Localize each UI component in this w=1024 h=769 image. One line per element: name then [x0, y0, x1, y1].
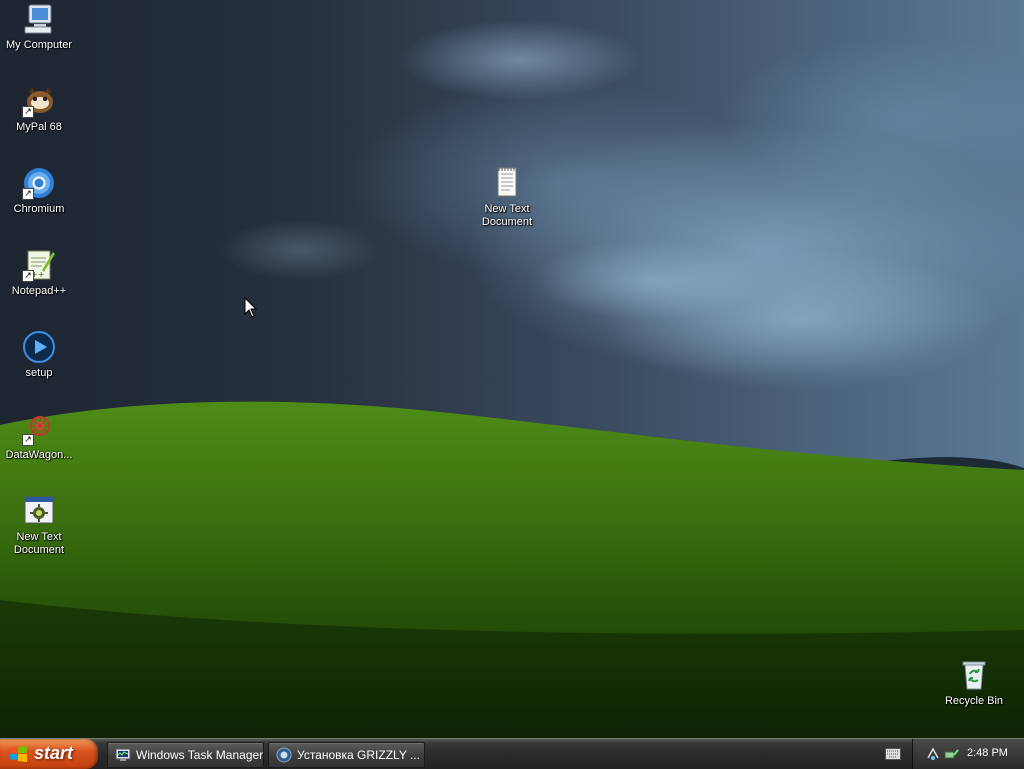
- shortcut-arrow-icon: ↗: [22, 270, 34, 282]
- recycle-bin-icon: [957, 658, 991, 692]
- desktop-icon-label: Notepad++: [11, 285, 67, 297]
- shortcut-arrow-icon: ↗: [22, 188, 34, 200]
- desktop-icon-label: New Text Document: [13, 531, 65, 556]
- taskbar-button-label: Windows Task Manager: [136, 748, 264, 762]
- desktop-icon-label: MyPal 68: [16, 121, 62, 133]
- taskbar-button-label: Установка GRIZZLY ...: [297, 748, 420, 762]
- mypal-browser-icon: ↗: [22, 84, 56, 118]
- mouse-pointer-icon: [244, 297, 258, 318]
- desktop-icon-notepad-plus-plus[interactable]: ++ ↗ Notepad++: [0, 248, 78, 298]
- my-computer-icon: [22, 2, 56, 36]
- installer-icon: [276, 747, 292, 763]
- desktop-icon-my-computer[interactable]: My Computer: [0, 2, 78, 52]
- desktop-icon-recycle-bin[interactable]: Recycle Bin: [935, 658, 1013, 708]
- keyboard-icon[interactable]: [885, 748, 901, 760]
- taskbar-button-task-manager[interactable]: Windows Task Manager: [107, 742, 264, 768]
- start-button[interactable]: start: [0, 739, 98, 769]
- desktop-icon-mypal[interactable]: ↗ MyPal 68: [0, 84, 78, 134]
- task-manager-icon: [115, 748, 131, 761]
- desktop-icon-label: My Computer: [5, 39, 73, 51]
- shortcut-arrow-icon: ↗: [22, 106, 34, 118]
- desktop-icon-label: New Text Document: [481, 203, 533, 228]
- taskbar: start Windows Task Manager Установка GRI…: [0, 738, 1024, 769]
- windows-logo-icon: [10, 746, 27, 762]
- chromium-icon: ↗: [22, 166, 56, 200]
- desktop-icon-label: Recycle Bin: [944, 695, 1004, 707]
- text-document-exe-icon: [22, 494, 56, 528]
- desktop-icon-label: DataWagon...: [5, 449, 73, 461]
- shortcut-arrow-icon: ↗: [22, 434, 34, 446]
- system-tray: 2:48 PM: [912, 739, 1024, 769]
- desktop-icon-setup[interactable]: setup: [0, 330, 78, 380]
- desktop-icon-new-text-document-left[interactable]: New Text Document: [0, 494, 78, 557]
- setup-play-icon: [22, 330, 56, 364]
- datawagon-icon: ↗: [22, 412, 56, 446]
- desktop[interactable]: My Computer ↗ MyPal 68 ↗ Chromium ++ ↗ N…: [0, 0, 1024, 738]
- text-document-icon: [490, 166, 524, 200]
- notepad-plus-plus-icon: ++ ↗: [22, 248, 56, 282]
- taskbar-button-grizzly-installer[interactable]: Установка GRIZZLY ...: [268, 742, 425, 768]
- safely-remove-icon[interactable]: [943, 746, 959, 762]
- desktop-icon-chromium[interactable]: ↗ Chromium: [0, 166, 78, 216]
- desktop-icon-label: Chromium: [13, 203, 65, 215]
- wallpaper: [0, 20, 1024, 738]
- clock[interactable]: 2:48 PM: [967, 747, 1008, 759]
- network-icon[interactable]: [925, 746, 941, 762]
- desktop-icon-datawagon[interactable]: ↗ DataWagon...: [0, 412, 78, 462]
- start-label: start: [34, 743, 74, 763]
- desktop-icon-new-text-document[interactable]: New Text Document: [468, 166, 546, 229]
- desktop-icon-label: setup: [25, 367, 53, 379]
